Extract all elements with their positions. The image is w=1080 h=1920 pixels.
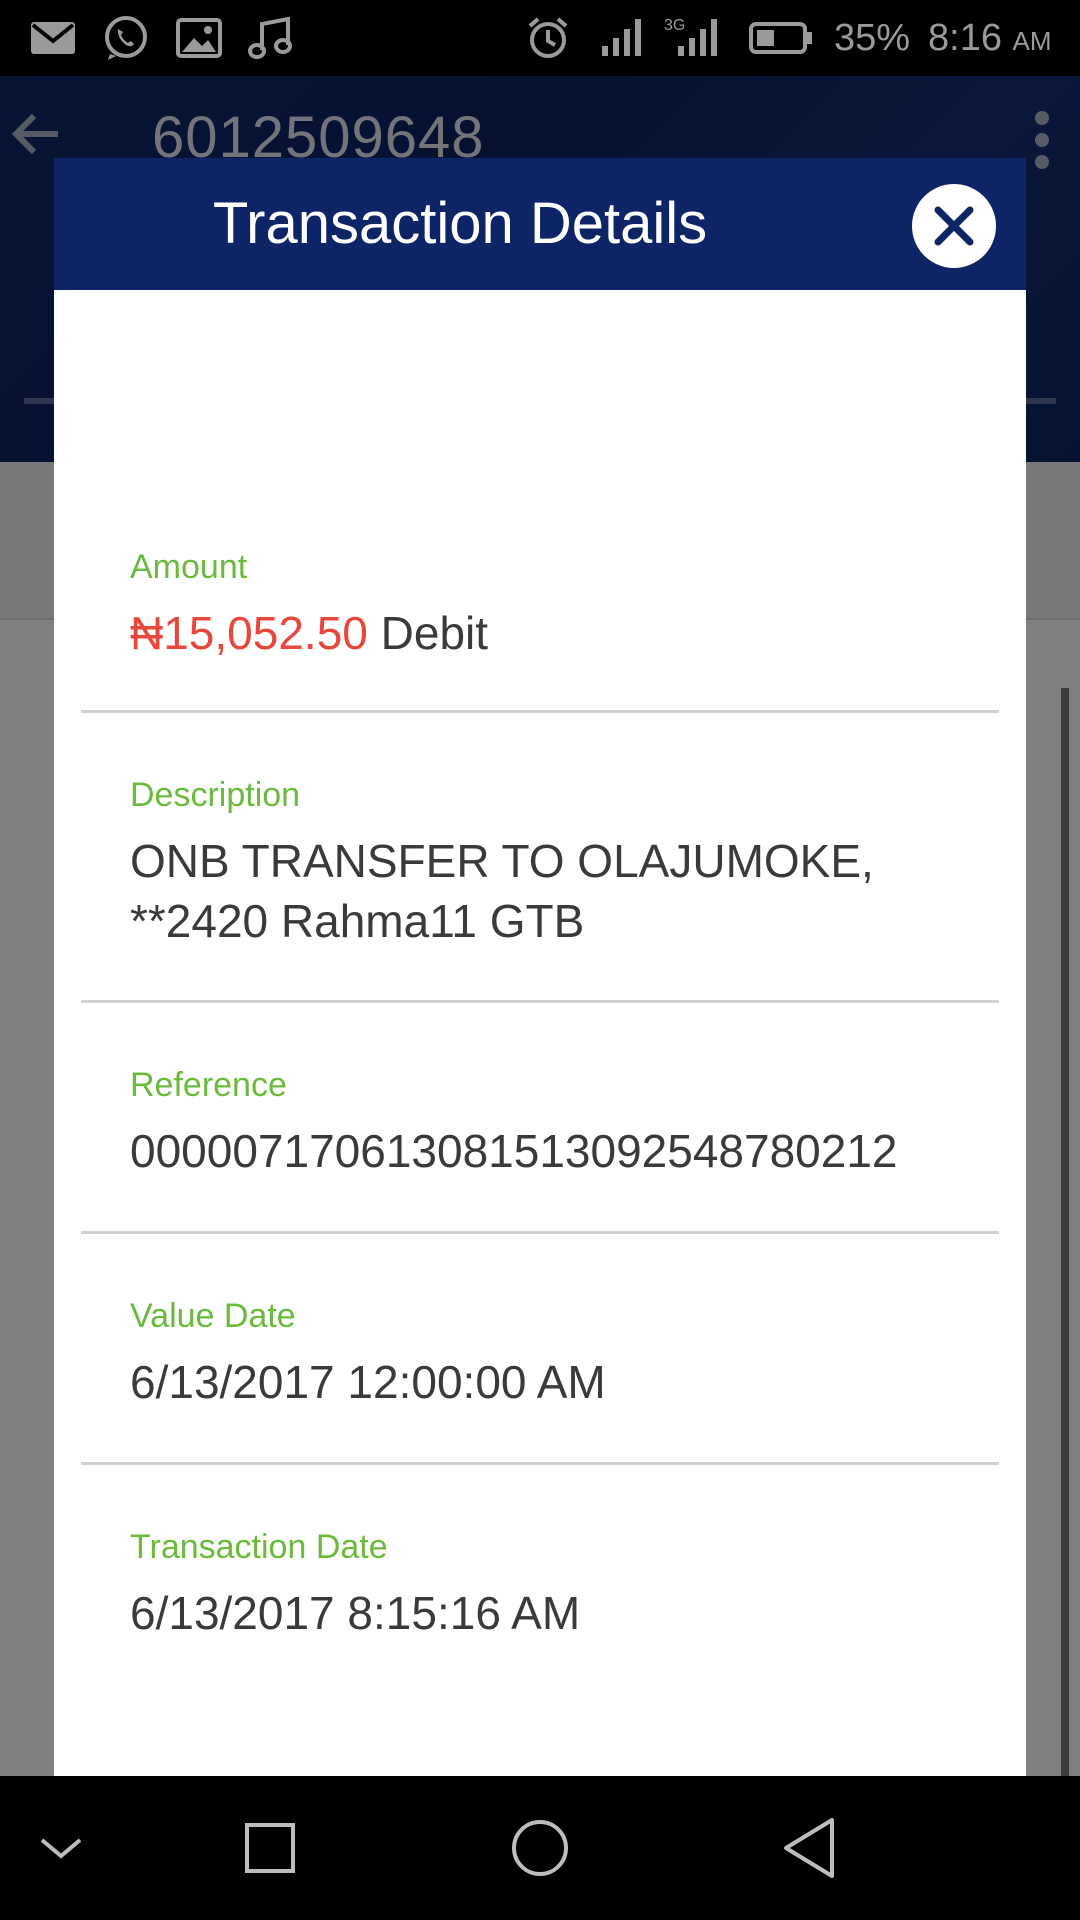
value-date-field: Value Date 6/13/2017 12:00:00 AM — [81, 1234, 999, 1465]
description-value: ONB TRANSFER TO OLAJUMOKE, **2420 Rahma1… — [130, 835, 874, 947]
description-field: Description ONB TRANSFER TO OLAJUMOKE, *… — [81, 713, 999, 1003]
clock-ampm: AM — [1012, 26, 1052, 56]
status-bar: 3G 35% 8:16 AM — [0, 0, 1080, 76]
home-icon[interactable] — [508, 1816, 572, 1880]
clock-time: 8:16 — [928, 17, 1002, 59]
reference-value: 000007170613081513092548780212 — [130, 1125, 898, 1177]
amount-label: Amount — [130, 548, 248, 586]
transaction-date-value: 6/13/2017 8:15:16 AM — [130, 1587, 581, 1639]
recent-apps-icon[interactable] — [242, 1816, 298, 1880]
amount-value: ₦15,052.50 Debit — [130, 603, 970, 663]
close-icon — [934, 206, 974, 246]
back-icon[interactable] — [780, 1816, 840, 1880]
transaction-details-dialog: Transaction Details Amount ₦15,052.50 De… — [54, 158, 1026, 1776]
value-date-value: 6/13/2017 12:00:00 AM — [130, 1356, 606, 1408]
battery-percent: 35% — [834, 17, 911, 59]
transaction-date-field: Transaction Date 6/13/2017 8:15:16 AM — [81, 1465, 999, 1696]
reference-label: Reference — [130, 1066, 287, 1104]
reference-field: Reference 000007170613081513092548780212 — [81, 1003, 999, 1234]
value-date-label: Value Date — [130, 1297, 296, 1335]
mail-icon — [31, 22, 75, 54]
battery-icon — [749, 22, 812, 54]
dialog-header: Transaction Details — [54, 158, 1026, 290]
description-label: Description — [130, 776, 301, 814]
navigation-bar — [0, 1776, 1080, 1920]
scrollbar[interactable] — [1061, 688, 1069, 1776]
gallery-icon — [176, 18, 222, 58]
clock: 8:16 AM — [928, 14, 1052, 65]
dialog-title: Transaction Details — [212, 191, 708, 256]
svg-text:3G: 3G — [664, 17, 685, 34]
whatsapp-icon — [105, 16, 147, 60]
music-icon — [248, 16, 292, 59]
amount-field: Amount ₦15,052.50 Debit — [81, 290, 999, 713]
amount-type: Debit — [380, 607, 489, 659]
amount-number: ₦15,052.50 — [130, 607, 368, 659]
signal-icon — [602, 19, 641, 56]
chevron-down-icon[interactable] — [36, 1816, 86, 1880]
transaction-date-label: Transaction Date — [130, 1528, 388, 1566]
close-button[interactable] — [912, 184, 996, 268]
alarm-icon — [528, 17, 568, 58]
signal-3g-icon: 3G — [664, 17, 717, 56]
